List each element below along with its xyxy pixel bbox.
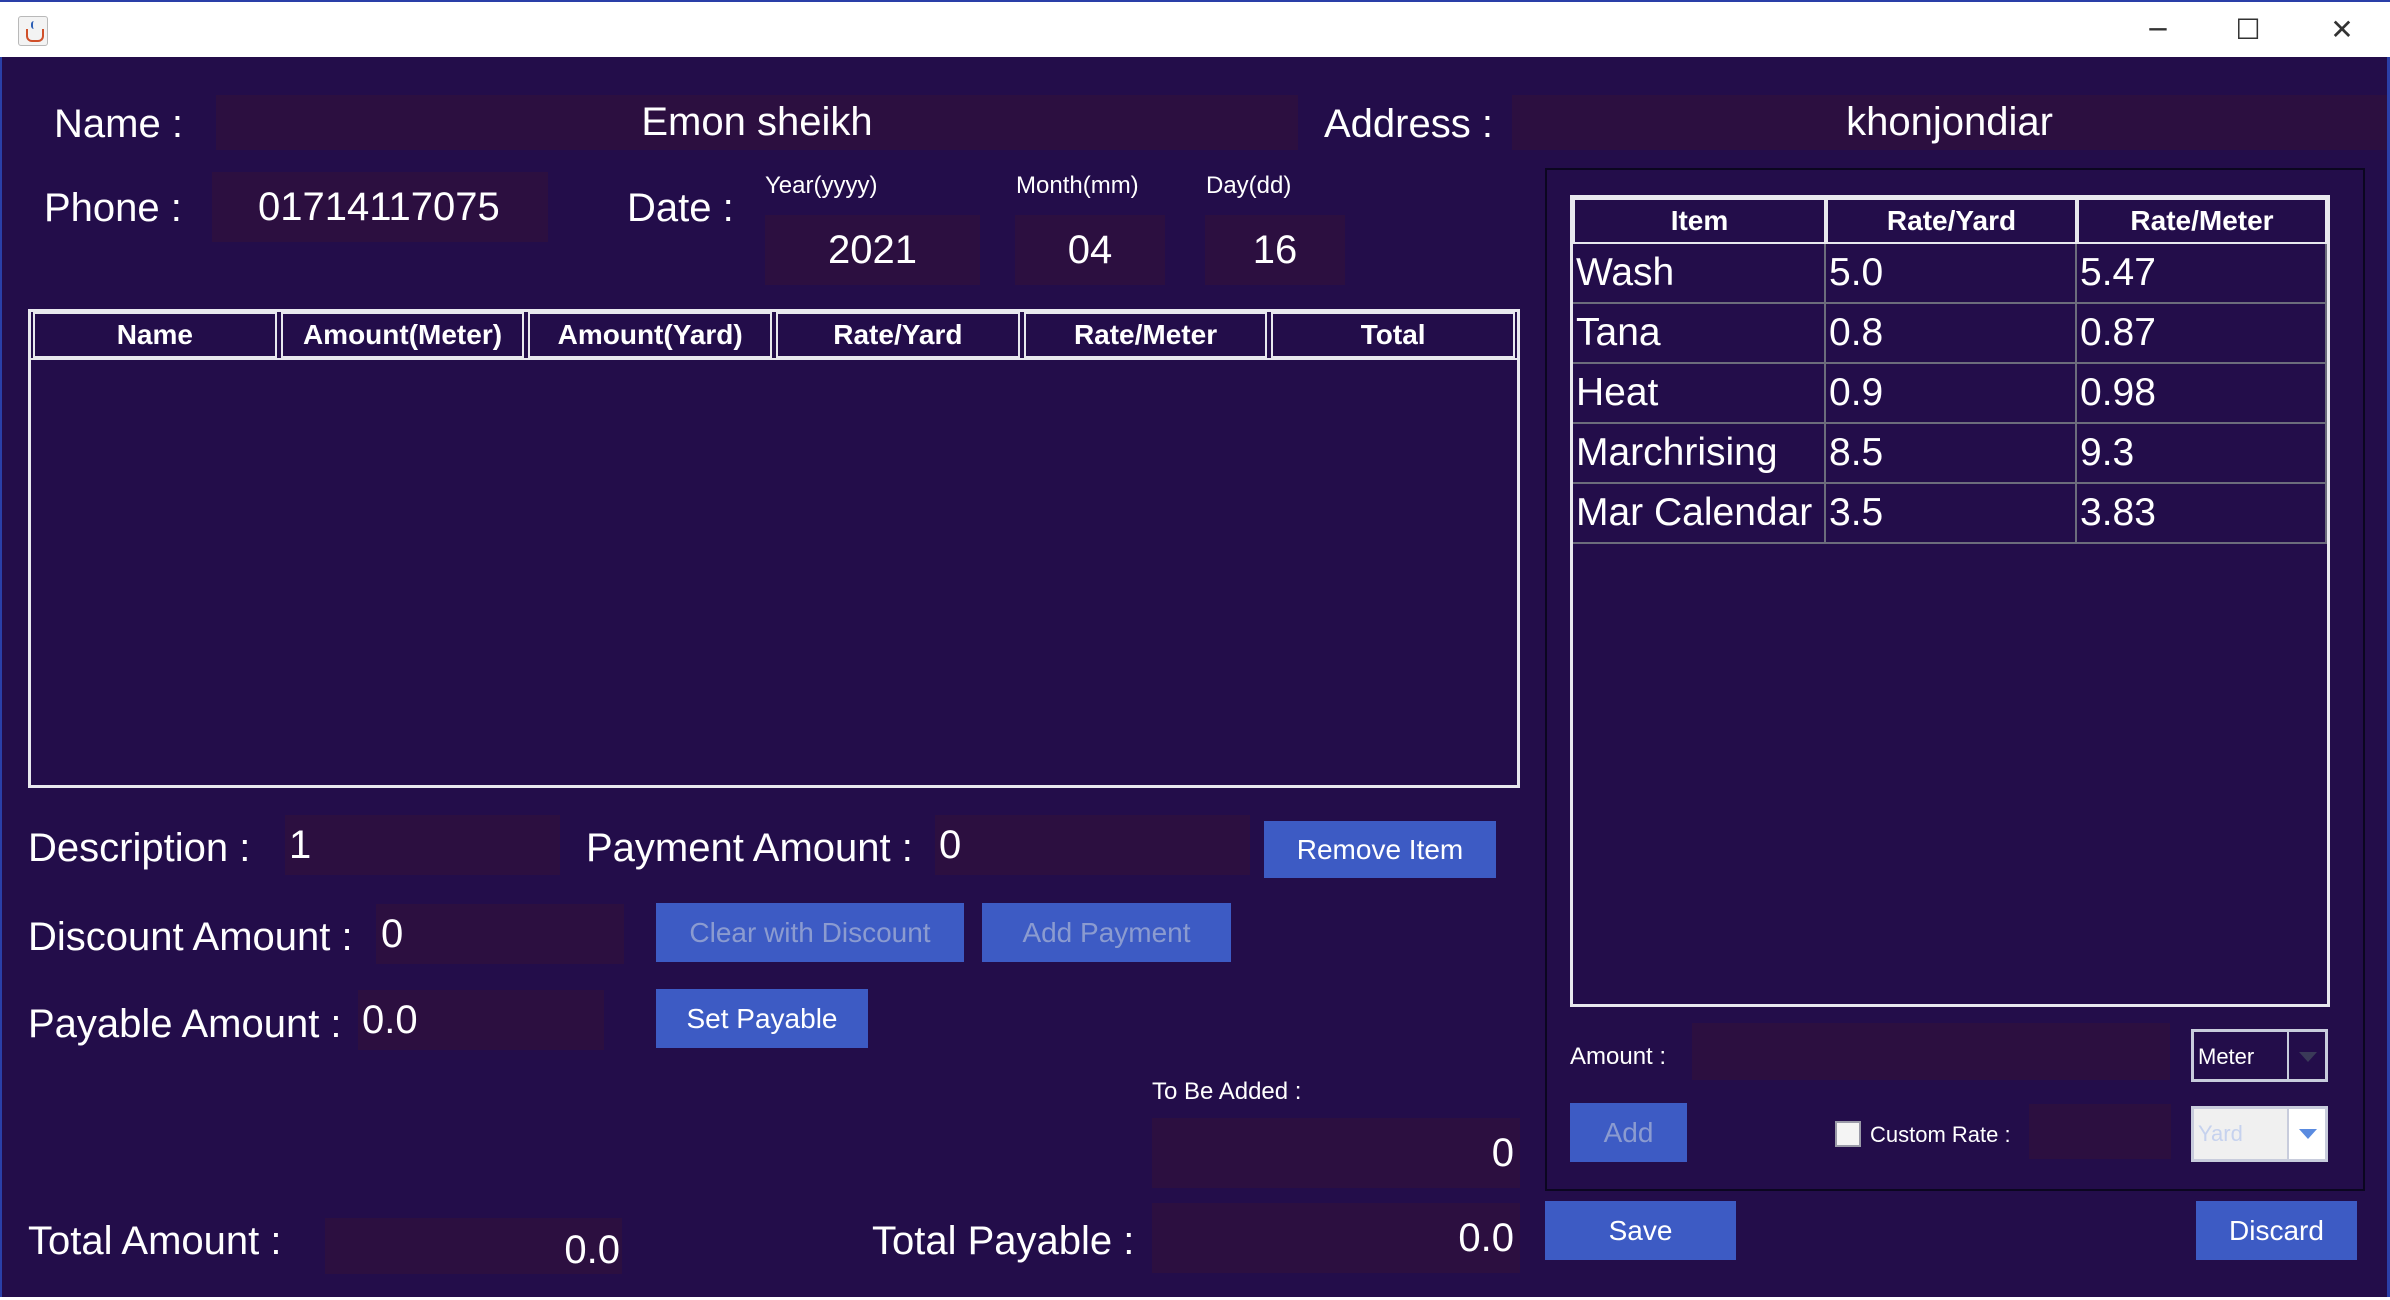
month-label: Month(mm) [1016, 172, 1139, 199]
close-icon[interactable]: ✕ [2297, 2, 2387, 57]
java-cup-icon [18, 16, 48, 46]
custom-rate-field[interactable] [2029, 1104, 2171, 1159]
column-header-total[interactable]: Total [1271, 312, 1516, 358]
cell-rate-meter: 9.3 [2077, 424, 2327, 484]
discount-amount-field[interactable]: 0 [376, 904, 624, 964]
table-row[interactable]: Heat 0.9 0.98 [1573, 364, 2327, 424]
cell-item: Mar Calendar [1573, 484, 1826, 544]
rate-table-header: Item Rate/Yard Rate/Meter [1573, 198, 2327, 244]
cell-rate-yard: 0.9 [1826, 364, 2077, 424]
discard-button[interactable]: Discard [2196, 1201, 2357, 1260]
day-field[interactable]: 16 [1205, 215, 1345, 285]
cell-rate-meter: 5.47 [2077, 244, 2327, 304]
total-payable-label: Total Payable : [872, 1219, 1135, 1263]
maximize-icon[interactable]: ☐ [2203, 2, 2293, 57]
clear-with-discount-button[interactable]: Clear with Discount [656, 903, 964, 962]
payable-amount-label: Payable Amount : [28, 1002, 342, 1046]
set-payable-button[interactable]: Set Payable [656, 989, 868, 1048]
cell-rate-yard: 5.0 [1826, 244, 2077, 304]
phone-label: Phone : [44, 186, 182, 230]
column-header-amount-yard[interactable]: Amount(Yard) [528, 312, 773, 358]
table-row[interactable]: Wash 5.0 5.47 [1573, 244, 2327, 304]
year-label: Year(yyyy) [765, 172, 878, 199]
to-be-added-field[interactable]: 0 [1152, 1118, 1520, 1188]
cell-item: Wash [1573, 244, 1826, 304]
name-label: Name : [54, 102, 183, 146]
cell-rate-meter: 0.98 [2077, 364, 2327, 424]
payable-amount-field[interactable]: 0.0 [358, 990, 604, 1050]
discount-amount-label: Discount Amount : [28, 915, 353, 959]
column-header-item[interactable]: Item [1573, 198, 1826, 244]
chevron-down-icon[interactable] [2287, 1109, 2325, 1159]
cell-item: Tana [1573, 304, 1826, 364]
cell-item: Marchrising [1573, 424, 1826, 484]
phone-field[interactable]: 01714117075 [212, 172, 548, 242]
date-label: Date : [627, 186, 734, 230]
total-amount-field: 0.0 [325, 1218, 622, 1274]
total-payable-field: 0.0 [1152, 1203, 1520, 1273]
table-row[interactable]: Tana 0.8 0.87 [1573, 304, 2327, 364]
payment-amount-field[interactable]: 0 [935, 815, 1250, 875]
column-header-rate-yard[interactable]: Rate/Yard [1826, 198, 2077, 244]
table-row[interactable]: Marchrising 8.5 9.3 [1573, 424, 2327, 484]
table-row[interactable]: Mar Calendar 3.5 3.83 [1573, 484, 2327, 544]
column-header-name[interactable]: Name [33, 312, 277, 358]
address-label: Address : [1324, 102, 1493, 146]
address-field[interactable]: khonjondiar [1512, 95, 2387, 150]
bill-table-header: Name Amount(Meter) Amount(Yard) Rate/Yar… [31, 312, 1517, 358]
bill-items-table[interactable]: Name Amount(Meter) Amount(Yard) Rate/Yar… [28, 309, 1520, 788]
column-header-rate-meter[interactable]: Rate/Meter [2077, 198, 2327, 244]
unit-dropdown-value: Meter [2198, 1044, 2255, 1069]
title-bar: ─ ☐ ✕ [0, 0, 2390, 57]
column-header-rate-meter[interactable]: Rate/Meter [1023, 312, 1268, 358]
unit-dropdown[interactable]: Meter [2191, 1029, 2328, 1082]
cell-rate-meter: 0.87 [2077, 304, 2327, 364]
custom-unit-dropdown[interactable]: Yard [2191, 1106, 2328, 1162]
amount-label: Amount : [1570, 1043, 1667, 1070]
chevron-down-icon[interactable] [2287, 1032, 2325, 1079]
to-be-added-label: To Be Added : [1152, 1078, 1302, 1105]
payment-amount-label: Payment Amount : [586, 826, 913, 870]
column-header-amount-meter[interactable]: Amount(Meter) [280, 312, 525, 358]
remove-item-button[interactable]: Remove Item [1264, 821, 1496, 878]
description-label: Description : [28, 826, 251, 870]
name-field[interactable]: Emon sheikh [216, 95, 1298, 150]
amount-field[interactable] [1692, 1023, 2170, 1080]
add-button[interactable]: Add [1570, 1103, 1687, 1162]
add-payment-button[interactable]: Add Payment [982, 903, 1231, 962]
description-field[interactable]: 1 [285, 815, 560, 875]
custom-rate-label: Custom Rate : [1870, 1122, 2011, 1147]
day-label: Day(dd) [1206, 172, 1292, 199]
minimize-icon[interactable]: ─ [2113, 2, 2203, 57]
rate-table[interactable]: Item Rate/Yard Rate/Meter Wash 5.0 5.47 … [1570, 195, 2330, 1007]
cell-rate-yard: 3.5 [1826, 484, 2077, 544]
column-header-rate-yard[interactable]: Rate/Yard [776, 312, 1020, 358]
year-field[interactable]: 2021 [765, 215, 980, 285]
cell-rate-yard: 8.5 [1826, 424, 2077, 484]
cell-item: Heat [1573, 364, 1826, 424]
month-field[interactable]: 04 [1015, 215, 1165, 285]
custom-rate-checkbox[interactable] [1835, 1121, 1861, 1147]
total-amount-label: Total Amount : [28, 1219, 282, 1263]
header-divider [31, 358, 1517, 360]
save-button[interactable]: Save [1545, 1201, 1736, 1260]
cell-rate-meter: 3.83 [2077, 484, 2327, 544]
cell-rate-yard: 0.8 [1826, 304, 2077, 364]
custom-unit-dropdown-value: Yard [2198, 1121, 2243, 1146]
